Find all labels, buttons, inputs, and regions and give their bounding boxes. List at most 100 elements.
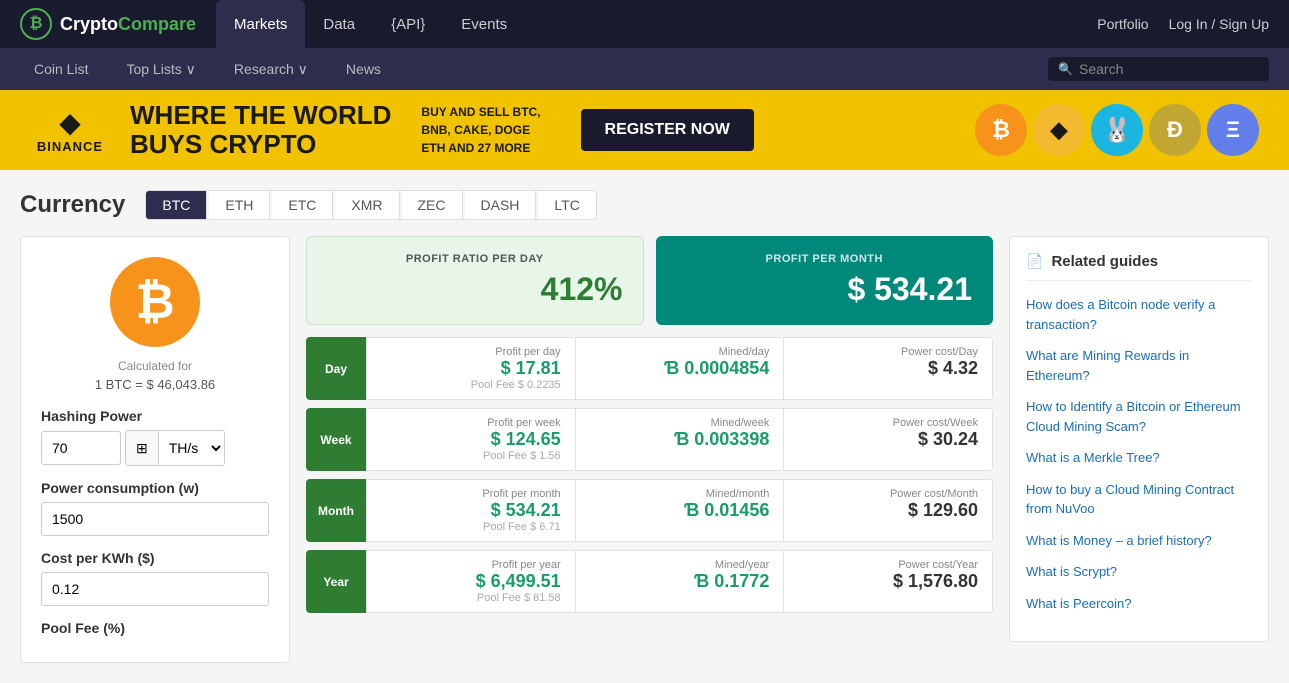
sec-nav-coinlist[interactable]: Coin List [20,48,102,90]
pool-fee-value: Pool Fee $ 0.2235 [381,379,561,391]
profit-day-box: PROFIT RATIO PER DAY 412% [306,236,644,325]
profit-label: Profit per year [381,559,561,571]
three-col-layout: ₿ Calculated for 1 BTC = $ 46,043.86 Has… [20,236,1269,663]
power-value: $ 4.32 [798,358,978,379]
table-row: Month Profit per month $ 534.21 Pool Fee… [306,479,993,542]
power-value: $ 30.24 [798,429,978,450]
tab-dash[interactable]: DASH [465,191,537,219]
tab-btc[interactable]: BTC [146,191,207,219]
profit-value: $ 6,499.51 [381,571,561,592]
portfolio-link[interactable]: Portfolio [1097,16,1148,32]
list-item[interactable]: How to Identify a Bitcoin or Ethereum Cl… [1026,397,1252,436]
pool-fee-value: Pool Fee $ 6.71 [381,521,561,533]
period-label: Year [306,550,366,613]
period-label: Week [306,408,366,471]
binance-icon: ◆ [59,106,81,139]
pool-fee-value: Pool Fee $ 81.58 [381,592,561,604]
profit-month-value: $ 534.21 [677,271,973,308]
profit-day-value: 412% [327,271,623,308]
power-value: $ 1,576.80 [798,571,978,592]
banner-sub: BUY AND SELL BTC,BNB, CAKE, DOGEETH AND … [421,103,540,157]
btc-icon: ₿ [110,257,200,347]
coin-bnb: ◆ [1033,104,1085,156]
related-guides-header: 📄 Related guides [1026,253,1252,281]
currency-header: Currency BTC ETH ETC XMR ZEC DASH LTC [20,190,1269,220]
currency-tabs: BTC ETH ETC XMR ZEC DASH LTC [145,190,596,220]
mined-label: Mined/week [590,417,770,429]
tab-xmr[interactable]: XMR [335,191,399,219]
cost-kwh-label: Cost per KWh ($) [41,550,269,566]
data-rows: Day Profit per day $ 17.81 Pool Fee $ 0.… [306,337,993,613]
search-icon: 🔍 [1058,62,1073,76]
login-signup-link[interactable]: Log In / Sign Up [1169,16,1269,32]
sec-nav-research[interactable]: Research ∨ [220,48,322,90]
coin-cake: 🐰 [1091,104,1143,156]
calc-rate: 1 BTC = $ 46,043.86 [41,377,269,392]
pool-fee-value: Pool Fee $ 1.56 [381,450,561,462]
table-row: Week Profit per week $ 124.65 Pool Fee $… [306,408,993,471]
list-item[interactable]: What is Peercoin? [1026,594,1252,614]
banner-coins: ₿ ◆ 🐰 Ð Ξ [975,104,1259,156]
list-item[interactable]: What are Mining Rewards in Ethereum? [1026,346,1252,385]
nav-data[interactable]: Data [305,0,373,48]
mined-cell: Mined/week Ɓ 0.003398 [576,408,785,471]
mined-label: Mined/month [590,488,770,500]
nav-markets[interactable]: Markets [216,0,305,48]
right-panel: 📄 Related guides How does a Bitcoin node… [1009,236,1269,642]
left-panel: ₿ Calculated for 1 BTC = $ 46,043.86 Has… [20,236,290,663]
hashing-power-select[interactable]: TH/s GH/s MH/s [159,431,224,465]
mined-label: Mined/day [590,346,770,358]
data-cells: Profit per week $ 124.65 Pool Fee $ 1.56… [366,408,993,471]
top-nav: ₿ CryptoCompare Markets Data {API} Event… [0,0,1289,48]
banner-brand: BINANCE [37,139,103,154]
data-cells: Profit per month $ 534.21 Pool Fee $ 6.7… [366,479,993,542]
data-cells: Profit per year $ 6,499.51 Pool Fee $ 81… [366,550,993,613]
tab-etc[interactable]: ETC [272,191,333,219]
sec-nav-news[interactable]: News [332,48,395,90]
mined-cell: Mined/day Ɓ 0.0004854 [576,337,785,400]
mined-cell: Mined/year Ɓ 0.1772 [576,550,785,613]
register-button[interactable]: REGISTER NOW [581,109,754,151]
banner: ◆ BINANCE WHERE THE WORLD BUYS CRYPTO BU… [0,90,1289,170]
top-nav-right: Portfolio Log In / Sign Up [1097,16,1269,32]
period-label: Day [306,337,366,400]
sec-nav-toplists[interactable]: Top Lists ∨ [112,48,209,90]
nav-events[interactable]: Events [443,0,525,48]
hashing-power-field: ⊞ TH/s GH/s MH/s [41,430,269,466]
hashing-power-input[interactable] [41,431,121,465]
profit-value: $ 17.81 [381,358,561,379]
profit-cell: Profit per day $ 17.81 Pool Fee $ 0.2235 [366,337,576,400]
cost-kwh-input[interactable] [41,572,269,606]
mined-value: Ɓ 0.01456 [590,500,770,521]
nav-api[interactable]: {API} [373,0,443,48]
list-item[interactable]: What is Money – a brief history? [1026,531,1252,551]
table-row: Day Profit per day $ 17.81 Pool Fee $ 0.… [306,337,993,400]
tab-ltc[interactable]: LTC [538,191,595,219]
power-consumption-input[interactable] [41,502,269,536]
related-links-container: How does a Bitcoin node verify a transac… [1026,295,1252,613]
profit-value: $ 124.65 [381,429,561,450]
logo-icon: ₿ [20,8,52,40]
power-consumption-label: Power consumption (w) [41,480,269,496]
related-guides-title: Related guides [1051,253,1158,270]
middle-panel: PROFIT RATIO PER DAY 412% PROFIT PER MON… [306,236,993,621]
tab-zec[interactable]: ZEC [402,191,463,219]
page-title: Currency [20,191,125,219]
tab-eth[interactable]: ETH [209,191,270,219]
list-item[interactable]: What is Scrypt? [1026,562,1252,582]
mined-label: Mined/year [590,559,770,571]
list-item[interactable]: How does a Bitcoin node verify a transac… [1026,295,1252,334]
hashing-power-stepper[interactable]: ⊞ [126,431,159,465]
list-item[interactable]: What is a Merkle Tree? [1026,448,1252,468]
search-box: 🔍 [1048,57,1269,81]
list-item[interactable]: How to buy a Cloud Mining Contract from … [1026,480,1252,519]
btc-icon-container: ₿ [41,257,269,347]
coin-btc: ₿ [975,104,1027,156]
power-label: Power cost/Day [798,346,978,358]
logo[interactable]: ₿ CryptoCompare [20,8,196,40]
power-label: Power cost/Month [798,488,978,500]
power-value: $ 129.60 [798,500,978,521]
mined-cell: Mined/month Ɓ 0.01456 [576,479,785,542]
search-input[interactable] [1079,61,1259,77]
profit-month-label: PROFIT PER MONTH [677,253,973,265]
